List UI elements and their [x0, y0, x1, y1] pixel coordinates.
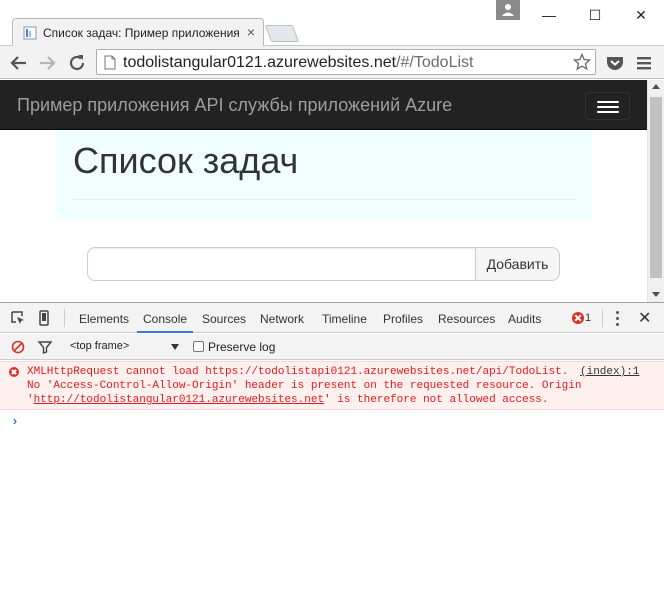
- tab-audits[interactable]: Audits: [508, 303, 541, 333]
- error-quote-open: ': [27, 394, 34, 406]
- devtools-tabbar: Elements Console Sources Network Timelin…: [0, 303, 664, 333]
- console-error-message: XMLHttpRequest cannot load https://todol…: [0, 361, 664, 410]
- page-header: Список задач: [56, 130, 592, 220]
- origin-link[interactable]: http://todolistangular0121.azurewebsites…: [34, 394, 324, 406]
- browser-toolbar: todolistangular0121.azurewebsites.net/#/…: [0, 46, 664, 79]
- page-icon: [104, 55, 116, 70]
- tab-sources[interactable]: Sources: [202, 303, 246, 333]
- title-bar: Список задач: Пример приложения × — ☐ ✕: [0, 0, 664, 47]
- tab-resources[interactable]: Resources: [438, 303, 495, 333]
- new-tab-button[interactable]: [264, 25, 300, 42]
- app-brand[interactable]: Пример приложения API службы приложений …: [17, 95, 452, 116]
- console-output: XMLHttpRequest cannot load https://todol…: [0, 360, 664, 606]
- tab-timeline[interactable]: Timeline: [322, 303, 367, 333]
- close-window-button[interactable]: ✕: [618, 0, 664, 30]
- devtools-panel: Elements Console Sources Network Timelin…: [0, 302, 664, 606]
- clear-console-icon[interactable]: [10, 339, 26, 355]
- browser-tab[interactable]: Список задач: Пример приложения ×: [12, 18, 264, 47]
- error-icon[interactable]: [572, 312, 584, 324]
- error-line-1: XMLHttpRequest cannot load https://todol…: [27, 366, 569, 378]
- tab-separator: [602, 309, 603, 327]
- devtools-close-icon[interactable]: ✕: [638, 308, 651, 328]
- tab-close-icon[interactable]: ×: [247, 23, 255, 41]
- page-viewport: Пример приложения API службы приложений …: [0, 80, 647, 302]
- hamburger-bar: [597, 101, 619, 103]
- more-icon[interactable]: [616, 311, 620, 327]
- error-source-link[interactable]: (index):1: [580, 366, 639, 378]
- user-profile-icon[interactable]: [496, 0, 520, 20]
- app-navbar: Пример приложения API службы приложений …: [0, 80, 647, 130]
- preserve-log-checkbox[interactable]: [193, 341, 204, 352]
- tab-separator: [64, 309, 65, 327]
- tab-elements[interactable]: Elements: [79, 303, 129, 333]
- console-prompt[interactable]: ›: [11, 414, 19, 429]
- favicon-icon: [23, 26, 37, 40]
- error-line-2: No 'Access-Control-Allow-Origin' header …: [27, 380, 582, 392]
- add-task-button[interactable]: Добавить: [475, 247, 560, 281]
- star-icon[interactable]: [573, 53, 591, 71]
- pocket-icon[interactable]: [604, 52, 626, 74]
- page-scrollbar[interactable]: [647, 80, 664, 302]
- filter-icon[interactable]: [37, 339, 53, 355]
- back-icon[interactable]: [8, 52, 30, 74]
- tab-profiles[interactable]: Profiles: [383, 303, 423, 333]
- header-divider: [73, 199, 576, 200]
- minimize-button[interactable]: —: [526, 0, 572, 30]
- page-title: Список задач: [73, 140, 299, 181]
- reload-icon[interactable]: [66, 52, 88, 74]
- device-icon[interactable]: [36, 310, 52, 326]
- url-host: todolistangular0121.azurewebsites.net: [123, 54, 397, 71]
- error-line-3-suffix: ' is therefore not allowed access.: [324, 394, 549, 406]
- url-text: todolistangular0121.azurewebsites.net/#/…: [123, 54, 473, 72]
- url-path: /#/TodoList: [396, 54, 474, 71]
- chevron-down-icon[interactable]: [171, 344, 179, 350]
- address-bar[interactable]: todolistangular0121.azurewebsites.net/#/…: [96, 49, 596, 75]
- console-toolbar: <top frame> Preserve log: [0, 334, 664, 360]
- maximize-button[interactable]: ☐: [572, 0, 618, 30]
- tab-network[interactable]: Network: [260, 303, 304, 333]
- menu-icon[interactable]: [633, 52, 655, 74]
- navbar-toggle-button[interactable]: [585, 92, 630, 120]
- hamburger-bar: [597, 111, 619, 113]
- scroll-thumb[interactable]: [650, 97, 662, 278]
- forward-icon[interactable]: [36, 52, 58, 74]
- hamburger-bar: [597, 106, 619, 108]
- frame-select[interactable]: <top frame>: [70, 340, 129, 352]
- error-line-3: 'http://todolistangular0121.azurewebsite…: [27, 394, 549, 406]
- tab-console[interactable]: Console: [137, 303, 194, 333]
- task-input[interactable]: [87, 247, 476, 281]
- error-count[interactable]: 1: [585, 312, 591, 324]
- scroll-down-icon[interactable]: [652, 292, 660, 297]
- tab-title: Список задач: Пример приложения: [43, 26, 240, 40]
- error-icon: [9, 367, 19, 377]
- scroll-up-icon[interactable]: [652, 84, 660, 89]
- preserve-log-label: Preserve log: [208, 340, 276, 354]
- inspect-icon[interactable]: [10, 310, 26, 326]
